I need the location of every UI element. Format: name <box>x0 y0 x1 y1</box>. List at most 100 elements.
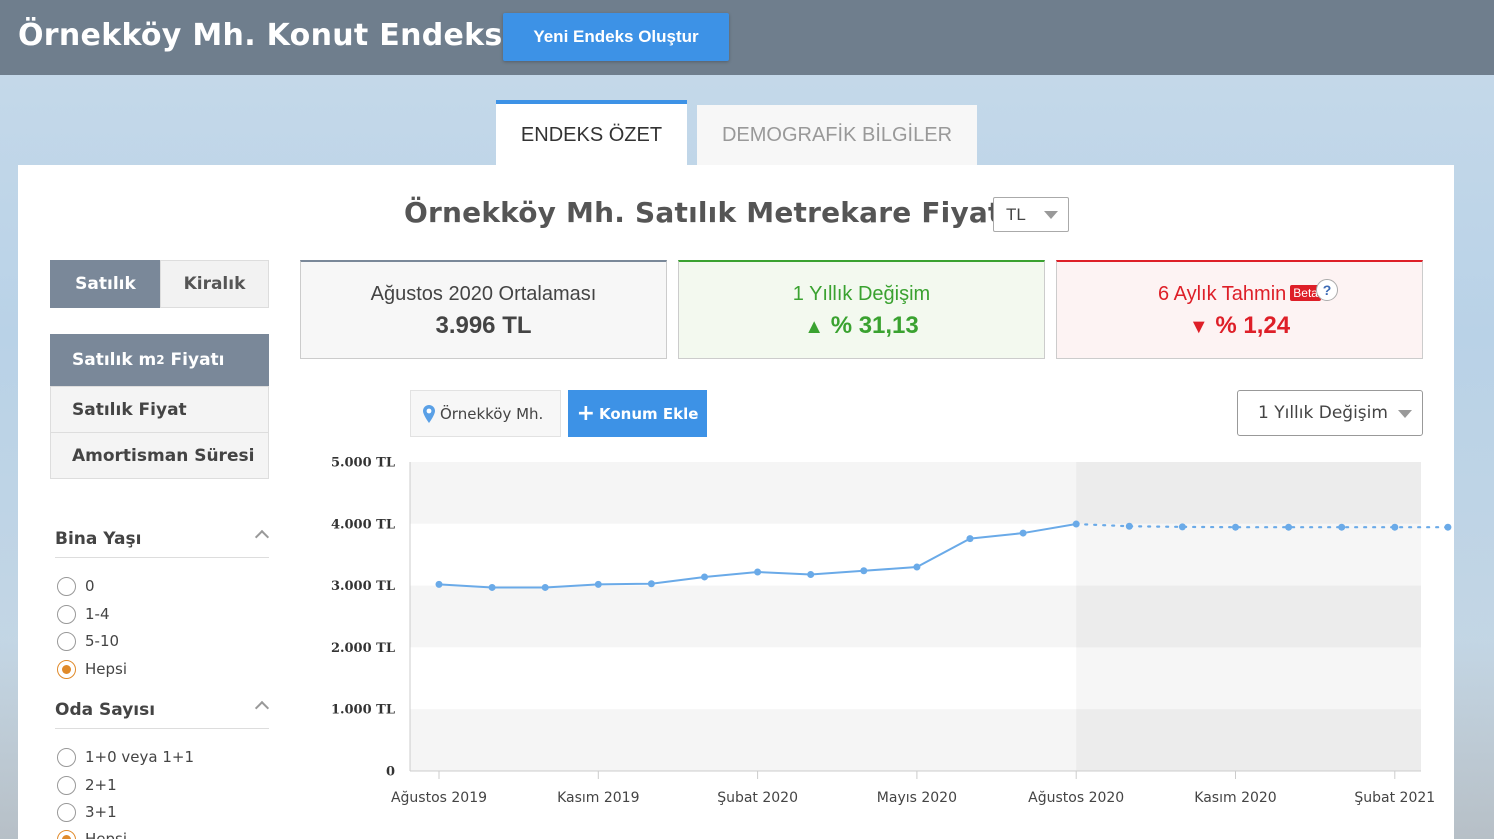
x-tick-label: Şubat 2021 <box>1354 790 1435 806</box>
help-icon[interactable]: ? <box>1316 279 1338 301</box>
menu-label-sup: 2 <box>156 353 165 367</box>
stat-average: Ağustos 2020 Ortalaması 3.996 TL <box>300 260 667 359</box>
filter-oda-sayisi-header[interactable]: Oda Sayısı <box>55 700 270 729</box>
radio-circle[interactable] <box>57 576 76 596</box>
radio-circle[interactable] <box>57 775 76 795</box>
x-tick-label: Ağustos 2020 <box>1028 790 1124 806</box>
y-tick-label: 3.000 TL <box>331 579 395 594</box>
data-point <box>701 573 708 581</box>
x-tick-label: Ağustos 2019 <box>391 790 487 806</box>
stat-average-value: 3.996 TL <box>435 312 532 339</box>
add-location-button[interactable]: + Konum Ekle <box>568 390 707 437</box>
data-point <box>488 583 496 591</box>
segment-kiralik[interactable]: Kiralık <box>160 260 269 308</box>
change-percent: % 31,13 <box>830 312 919 339</box>
filter-title: Bina Yaşı <box>55 529 142 549</box>
forecast-point <box>1178 523 1186 531</box>
radio-oda-1-1[interactable]: 1+0 veya 1+1 <box>57 746 194 768</box>
radio-label: 2+1 <box>85 776 117 794</box>
radio-circle[interactable] <box>57 802 76 822</box>
y-tick-label: 4.000 TL <box>331 517 395 532</box>
map-pin-icon <box>423 404 435 423</box>
radio-bina-yasi-5-10[interactable]: 5-10 <box>57 630 119 652</box>
data-point <box>435 580 443 588</box>
stat-yearly-change: 1 Yıllık Değişim ▲ % 31,13 <box>678 260 1045 359</box>
data-point <box>807 570 815 578</box>
stat-forecast-label-row: 6 Aylık Tahmin Beta <box>1057 283 1422 306</box>
data-point <box>647 580 655 588</box>
radio-label: 5-10 <box>85 632 120 650</box>
forecast-region <box>1076 462 1421 771</box>
radio-label: 3+1 <box>85 803 117 821</box>
chevron-down-icon <box>1398 410 1412 418</box>
forecast-point <box>1232 523 1239 531</box>
top-bar: Örnekköy Mh. Konut Endeksi Yeni Endeks O… <box>0 0 1494 75</box>
range-value: 1 Yıllık Değişim <box>1258 403 1388 423</box>
radio-oda-3-1[interactable]: 3+1 <box>57 801 117 823</box>
tab-demografik-bilgiler[interactable]: DEMOGRAFİK BİLGİLER <box>697 105 977 165</box>
stat-change-value: ▲ % 31,13 <box>679 312 1044 340</box>
currency-select[interactable]: TL <box>993 197 1069 232</box>
data-point <box>1019 529 1027 537</box>
radio-bina-yasi-hepsi[interactable]: Hepsi <box>57 658 127 680</box>
forecast-point <box>1338 523 1346 531</box>
section-title: Örnekköy Mh. Satılık Metrekare Fiyatı <box>404 196 1012 229</box>
radio-circle[interactable] <box>57 604 76 624</box>
radio-circle-checked[interactable] <box>57 659 76 679</box>
menu-amortisman-suresi[interactable]: Amortisman Süresi <box>50 432 269 479</box>
arrow-up-icon: ▲ <box>804 316 825 338</box>
data-point <box>860 567 868 575</box>
forecast-percent: % 1,24 <box>1215 312 1291 339</box>
arrow-down-icon: ▼ <box>1188 316 1209 338</box>
menu-label: Satılık m <box>72 350 157 370</box>
range-select[interactable]: 1 Yıllık Değişim <box>1237 390 1423 436</box>
radio-oda-hepsi[interactable]: Hepsi <box>57 828 127 839</box>
radio-label: Hepsi <box>85 830 128 839</box>
segment-satilik[interactable]: Satılık <box>50 260 161 308</box>
x-tick-label: Kasım 2020 <box>1194 790 1276 806</box>
location-chip[interactable]: Örnekköy Mh. <box>410 390 561 437</box>
radio-label: 1+0 veya 1+1 <box>85 748 195 766</box>
y-tick-label: 0 <box>386 765 395 780</box>
tab-endeks-ozet[interactable]: ENDEKS ÖZET <box>496 100 687 166</box>
chevron-up-icon <box>254 529 270 545</box>
radio-label: 1-4 <box>85 605 110 623</box>
y-tick-label: 5.000 TL <box>331 456 395 471</box>
forecast-point <box>1285 523 1293 531</box>
forecast-point <box>1444 523 1452 531</box>
radio-label: 0 <box>85 577 95 595</box>
x-tick-label: Kasım 2019 <box>557 790 639 806</box>
currency-value: TL <box>1006 204 1026 224</box>
forecast-point <box>1125 522 1133 530</box>
chevron-up-icon <box>254 700 270 716</box>
x-tick-label: Şubat 2020 <box>717 790 798 806</box>
radio-circle[interactable] <box>57 747 76 767</box>
menu-satilik-fiyat[interactable]: Satılık Fiyat <box>50 386 269 433</box>
stat-change-label: 1 Yıllık Değişim <box>792 283 931 305</box>
new-index-button[interactable]: Yeni Endeks Oluştur <box>503 13 729 61</box>
radio-label: Hepsi <box>85 660 128 678</box>
filter-title: Oda Sayısı <box>55 700 156 720</box>
radio-circle-checked[interactable] <box>57 829 76 839</box>
radio-circle[interactable] <box>57 631 76 651</box>
data-point <box>754 568 762 576</box>
data-point <box>913 563 921 571</box>
y-tick-label: 2.000 TL <box>331 641 395 656</box>
data-point <box>594 580 602 588</box>
menu-satilik-m2-fiyati[interactable]: Satılık m2 Fiyatı <box>50 334 269 386</box>
stat-forecast-label: 6 Aylık Tahmin <box>1158 283 1287 305</box>
data-point <box>966 535 974 543</box>
radio-bina-yasi-1-4[interactable]: 1-4 <box>57 603 110 625</box>
filter-bina-yasi-header[interactable]: Bina Yaşı <box>55 529 270 558</box>
radio-bina-yasi-0[interactable]: 0 <box>57 575 95 597</box>
forecast-point <box>1391 523 1399 531</box>
price-chart: 5.000 TL 4.000 TL 3.000 TL 2.000 TL 1.000 TL… <box>331 456 1452 806</box>
radio-oda-2-1[interactable]: 2+1 <box>57 774 117 796</box>
stat-average-label: Ağustos 2020 Ortalaması <box>370 283 597 305</box>
y-tick-label: 1.000 TL <box>331 703 395 718</box>
menu-label-suffix: Fiyatı <box>164 350 225 370</box>
stat-forecast-value: ▼ % 1,24 <box>1057 312 1422 340</box>
stat-forecast: 6 Aylık Tahmin Beta ? ▼ % 1,24 <box>1056 260 1423 359</box>
add-location-label: Konum Ekle <box>599 404 699 423</box>
plus-icon: + <box>576 400 595 426</box>
